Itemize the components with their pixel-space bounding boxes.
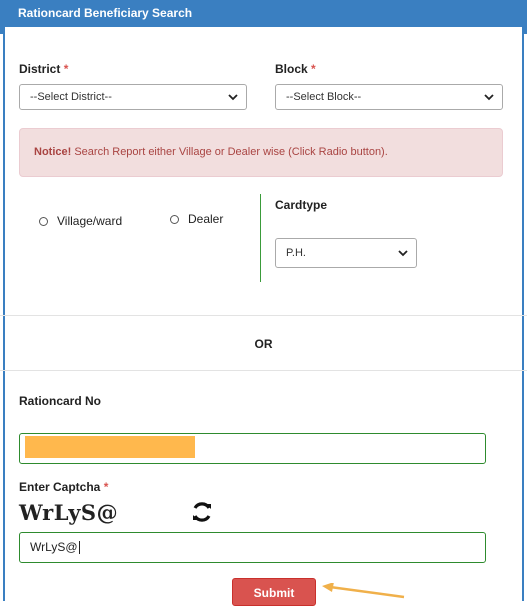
block-required-mark: * bbox=[311, 62, 316, 76]
cardtype-label: Cardtype bbox=[275, 198, 328, 212]
dealer-radio[interactable] bbox=[170, 214, 179, 224]
village-radio-label: Village/ward bbox=[57, 214, 123, 228]
dealer-radio-option[interactable]: Dealer bbox=[170, 212, 223, 226]
chevron-down-icon bbox=[484, 85, 494, 117]
captcha-image: WrLyS@ bbox=[19, 500, 119, 525]
notice-bold: Notice! bbox=[34, 146, 72, 158]
block-select-value: --Select Block-- bbox=[286, 91, 362, 103]
rationcard-label: Rationcard No bbox=[19, 394, 102, 408]
block-label: Block * bbox=[275, 62, 316, 76]
cardtype-select-value: P.H. bbox=[286, 247, 306, 259]
redacted-value bbox=[25, 436, 195, 458]
panel-title: Rationcard Beneficiary Search bbox=[18, 6, 193, 20]
village-radio[interactable] bbox=[39, 216, 48, 226]
captcha-required-mark: * bbox=[103, 480, 109, 494]
captcha-label: Enter Captcha * bbox=[19, 480, 109, 494]
dealer-radio-label: Dealer bbox=[188, 212, 224, 226]
block-select[interactable]: --Select Block-- bbox=[275, 84, 503, 110]
village-radio-option[interactable]: Village/ward bbox=[39, 214, 122, 228]
cardtype-select[interactable]: P.H. bbox=[275, 238, 417, 268]
vertical-divider bbox=[260, 194, 261, 282]
section-divider-bottom bbox=[0, 370, 527, 371]
district-select[interactable]: --Select District-- bbox=[19, 84, 247, 110]
notice-alert: Notice! Search Report either Village or … bbox=[19, 128, 503, 177]
section-divider-top bbox=[0, 315, 527, 316]
district-select-value: --Select District-- bbox=[30, 91, 112, 103]
refresh-icon[interactable] bbox=[189, 499, 215, 525]
submit-button[interactable]: Submit bbox=[232, 578, 316, 606]
notice-text: Search Report either Village or Dealer w… bbox=[71, 146, 388, 158]
chevron-down-icon bbox=[228, 85, 238, 117]
district-label: District * bbox=[19, 62, 69, 76]
or-separator: OR bbox=[254, 337, 273, 351]
district-required-mark: * bbox=[63, 62, 69, 76]
pointer-arrow-icon bbox=[318, 582, 408, 601]
captcha-input[interactable]: WrLyS@ bbox=[19, 532, 486, 563]
chevron-down-icon bbox=[398, 241, 408, 275]
